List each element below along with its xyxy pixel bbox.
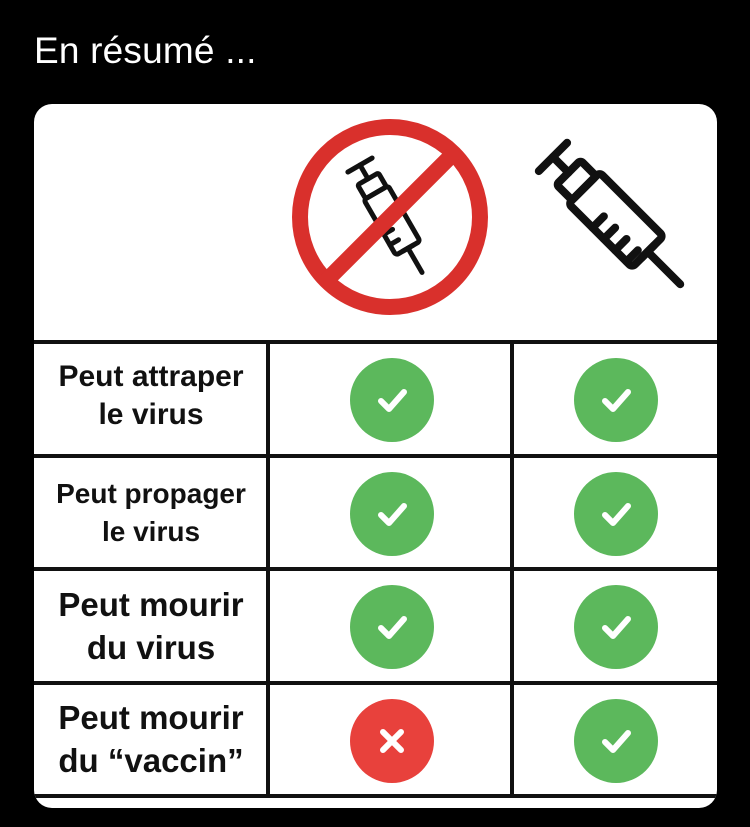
syringe-icon [534,138,685,289]
row-label-line: le virus [101,515,201,547]
check-icon [350,472,434,556]
comparison-image: Peut attraper le virus Peut propager le … [34,104,717,808]
table-cell [514,571,717,683]
row-label-line: le virus [98,397,204,431]
row-label-line: du “vaccin” [58,741,244,779]
row-label-line: du virus [86,628,216,666]
table-cell [270,458,514,570]
row-label-line: Peut mourir [58,699,244,736]
row-label: Peut mourir du virus [36,584,266,670]
table-cell [514,344,717,456]
row-label-line: Peut propager [56,478,246,509]
row-label: Peut propager le virus [36,475,266,551]
row-label: Peut mourir du “vaccin” [36,697,266,783]
check-icon [573,358,658,442]
row-label-line: Peut mourir [58,586,244,623]
cross-icon [350,699,434,783]
header-vaccine [518,104,717,340]
table-cell [270,344,514,456]
post-text: En résumé ... [34,30,257,71]
check-icon [350,585,434,669]
comparison-table: Peut attraper le virus Peut propager le … [34,104,717,808]
check-icon [573,472,658,556]
check-icon [573,699,658,783]
row-label-line: Peut attraper [58,360,244,393]
header-no-vaccine [270,104,514,340]
table-cell [514,458,717,570]
table-cell [270,571,514,683]
no-syringe-icon [292,119,488,315]
check-icon [350,358,434,442]
row-label: Peut attraper le virus [36,358,266,433]
table-cell [514,685,717,797]
check-icon [573,585,658,669]
table-cell [270,685,514,797]
